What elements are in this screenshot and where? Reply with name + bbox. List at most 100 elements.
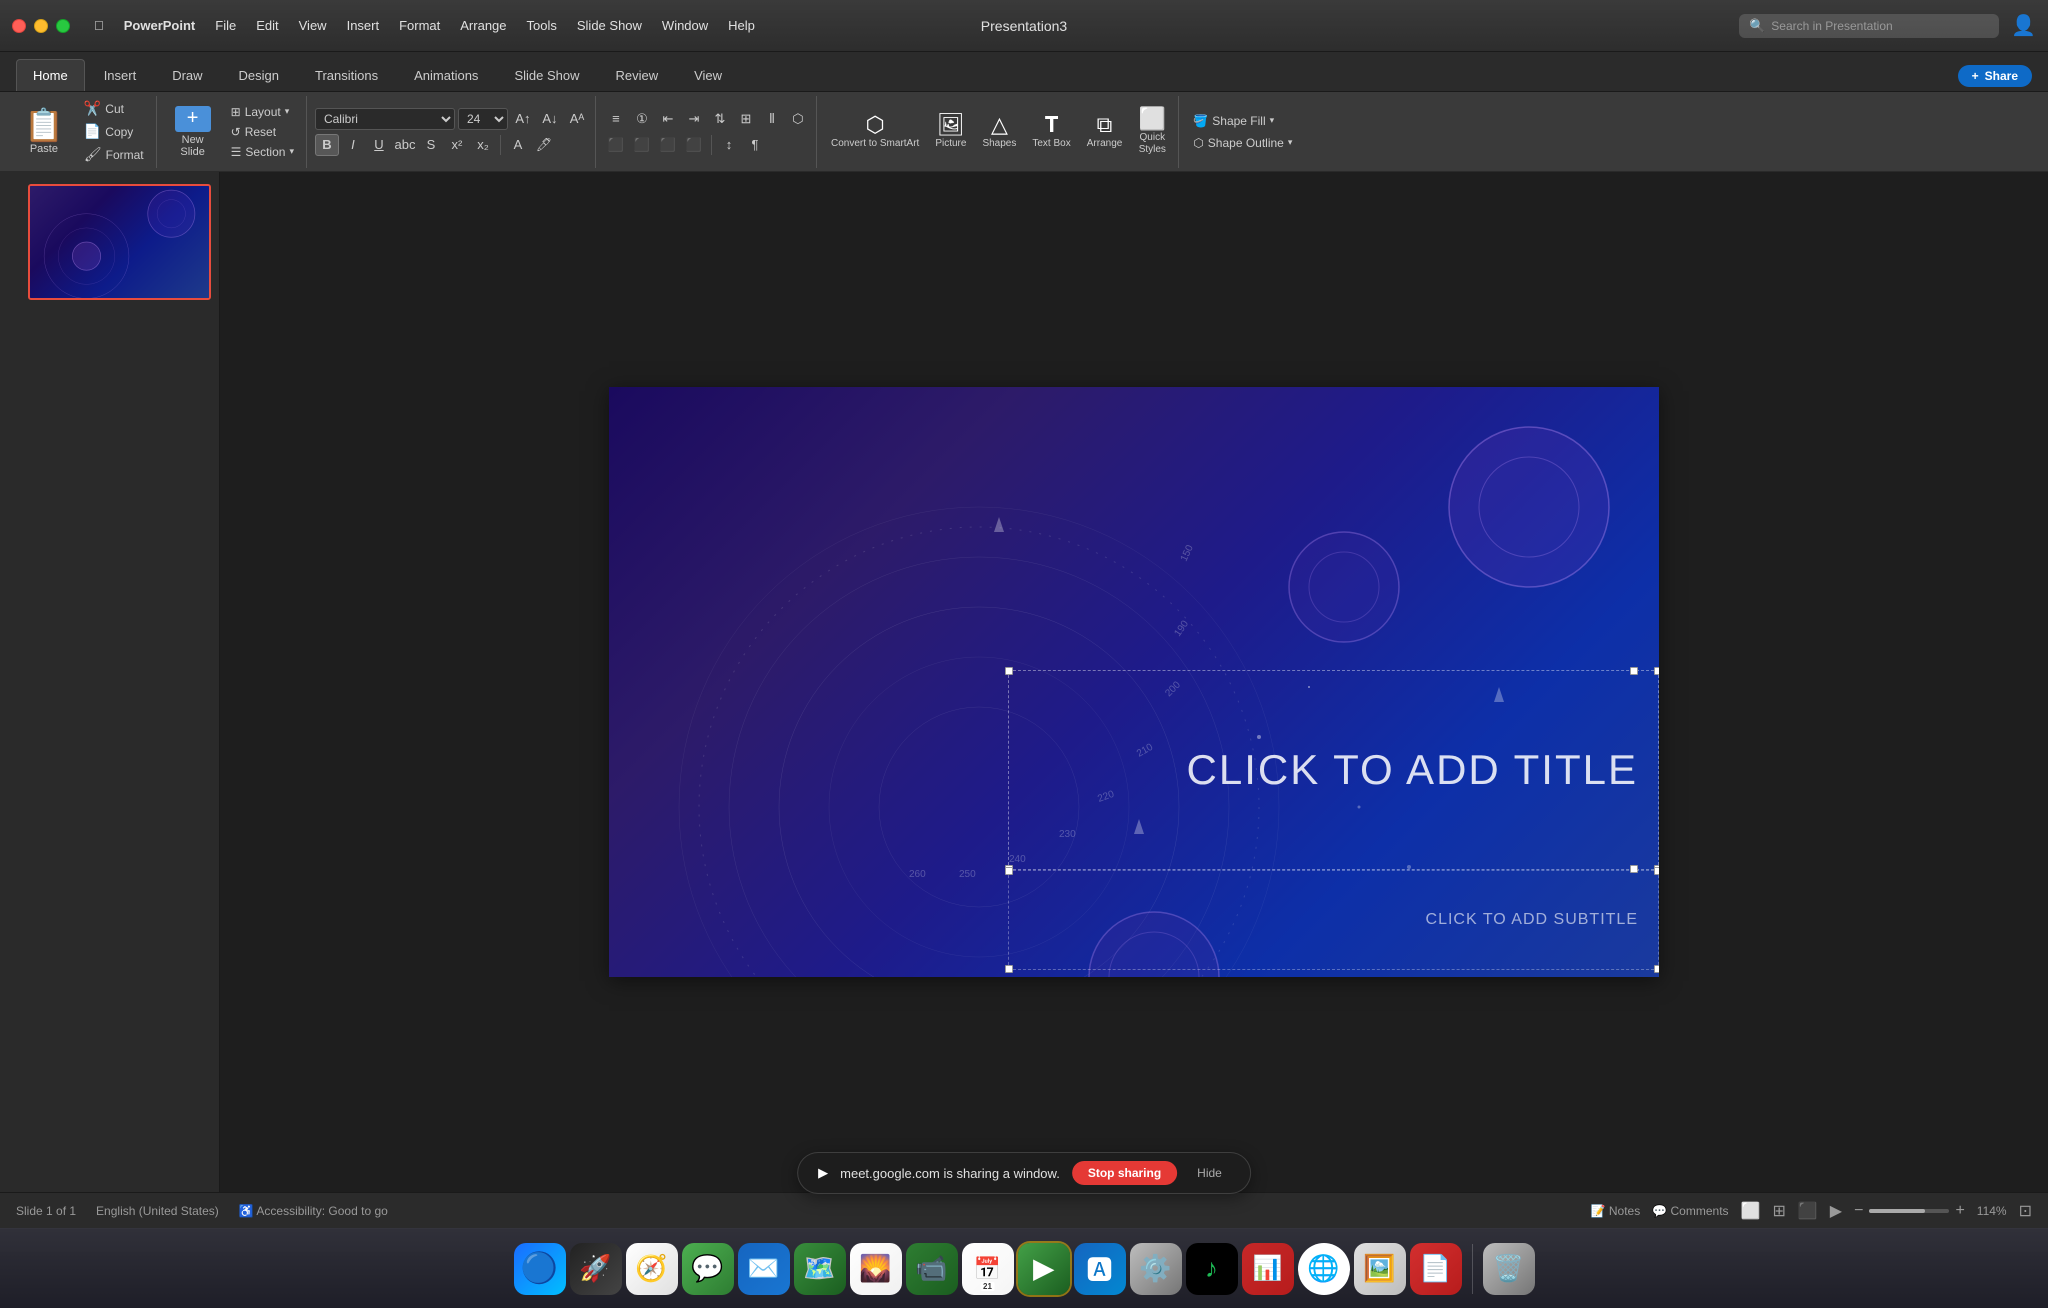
paste-button[interactable]: 📋 Paste <box>14 100 74 164</box>
decrease-font-button[interactable]: A↓ <box>538 108 562 130</box>
reset-button[interactable]: ↺ Reset <box>225 123 300 141</box>
zoom-in-button[interactable]: + <box>1955 1202 1964 1220</box>
italic-button[interactable]: I <box>341 134 365 156</box>
font-size-select[interactable]: 24 28 32 36 <box>458 108 508 130</box>
tab-slideshow[interactable]: Slide Show <box>497 59 596 91</box>
dock-spotify[interactable]: ♪ <box>1186 1243 1238 1295</box>
handle-tl[interactable] <box>1005 667 1013 675</box>
layout-button[interactable]: ⊞ Layout ▾ <box>225 103 300 121</box>
minimize-button[interactable] <box>34 19 48 33</box>
decrease-indent-button[interactable]: ⇤ <box>656 108 680 130</box>
shape-outline-button[interactable]: ⬡ Shape Outline ▾ <box>1187 134 1298 152</box>
slide-subtitle-placeholder[interactable]: CLICK TO ADD SUBTITLE <box>1426 911 1638 929</box>
menu-help[interactable]: Help <box>720 15 763 36</box>
sub-handle-tl[interactable] <box>1005 867 1013 875</box>
sub-handle-br[interactable] <box>1654 965 1659 973</box>
view-reading-icon[interactable]: ⬛ <box>1798 1201 1818 1221</box>
tab-view[interactable]: View <box>677 59 739 91</box>
section-button[interactable]: ☰ Section ▾ <box>225 143 300 161</box>
sub-handle-tr[interactable] <box>1654 867 1659 875</box>
menu-edit[interactable]: Edit <box>248 15 286 36</box>
hide-button[interactable]: Hide <box>1189 1161 1230 1185</box>
align-right-button[interactable]: ⬛ <box>656 134 680 156</box>
tab-review[interactable]: Review <box>598 59 675 91</box>
font-name-select[interactable]: Calibri Arial Times New Roman <box>315 108 455 130</box>
arrange-button[interactable]: ⧉ Arrange <box>1081 110 1129 154</box>
highlight-button[interactable]: 🖊 <box>532 134 556 156</box>
menu-arrange[interactable]: Arrange <box>452 15 514 36</box>
cut-button[interactable]: ✂️ Cut <box>78 98 150 119</box>
maximize-button[interactable] <box>56 19 70 33</box>
apple-menu[interactable]:  <box>86 15 112 36</box>
paragraph-spacing-button[interactable]: ¶ <box>743 134 767 156</box>
stop-sharing-button[interactable]: Stop sharing <box>1072 1161 1177 1185</box>
search-input[interactable] <box>1771 19 1989 33</box>
dock-launchpad[interactable]: 🚀 <box>570 1243 622 1295</box>
align-justify-button[interactable]: ⬛ <box>682 134 706 156</box>
fit-to-window-icon[interactable]: ⊡ <box>2019 1201 2032 1221</box>
menu-format[interactable]: Format <box>391 15 448 36</box>
increase-indent-button[interactable]: ⇥ <box>682 108 706 130</box>
shadow-button[interactable]: S <box>419 134 443 156</box>
convert-smartart-small[interactable]: ⬡ <box>786 108 810 130</box>
subscript-button[interactable]: x₂ <box>471 134 495 156</box>
menu-insert[interactable]: Insert <box>339 15 388 36</box>
superscript-button[interactable]: x² <box>445 134 469 156</box>
share-button[interactable]: + Share <box>1958 65 2032 87</box>
smart-align-button[interactable]: ⊞ <box>734 108 758 130</box>
tab-transitions[interactable]: Transitions <box>298 59 395 91</box>
format-button[interactable]: 🖌 Format <box>78 144 150 165</box>
tab-design[interactable]: Design <box>222 59 296 91</box>
dock-photos[interactable]: 🌄 <box>850 1243 902 1295</box>
font-color-button[interactable]: A <box>506 134 530 156</box>
tab-home[interactable]: Home <box>16 59 85 91</box>
tab-animations[interactable]: Animations <box>397 59 495 91</box>
bullets-button[interactable]: ≡ <box>604 108 628 130</box>
slide-canvas[interactable]: 150 190 200 210 220 230 240 250 260 <box>609 387 1659 977</box>
underline-button[interactable]: U <box>367 134 391 156</box>
menu-window[interactable]: Window <box>654 15 716 36</box>
bold-button[interactable]: B <box>315 134 339 156</box>
line-spacing-button[interactable]: ↕ <box>717 134 741 156</box>
user-icon[interactable]: 👤 <box>2011 13 2036 38</box>
slide-subtitle-box[interactable]: CLICK TO ADD SUBTITLE <box>1008 870 1659 970</box>
dock-google-meet[interactable]: ▶ <box>1018 1243 1070 1295</box>
view-normal-icon[interactable]: ⬜ <box>1741 1201 1761 1221</box>
dock-calendar[interactable]: 📅 21 <box>962 1243 1014 1295</box>
align-center-button[interactable]: ⬛ <box>630 134 654 156</box>
strikethrough-button[interactable]: abc <box>393 134 417 156</box>
increase-font-button[interactable]: A↑ <box>511 108 535 130</box>
search-box[interactable]: 🔍 <box>1739 14 1999 38</box>
dock-chrome[interactable]: 🌐 <box>1298 1243 1350 1295</box>
dock-acrobat[interactable]: 📄 <box>1410 1243 1462 1295</box>
menu-file[interactable]: File <box>207 15 244 36</box>
slide-title-box[interactable]: CLICK TO ADD TITLE <box>1008 670 1659 870</box>
menu-view[interactable]: View <box>291 15 335 36</box>
dock-safari[interactable]: 🧭 <box>626 1243 678 1295</box>
dock-appstore[interactable]: 🅰 <box>1074 1243 1126 1295</box>
dock-system-prefs[interactable]: ⚙️ <box>1130 1243 1182 1295</box>
convert-smartart-button[interactable]: ⬡ Convert to SmartArt <box>825 110 925 154</box>
text-box-button[interactable]: 𝐓 Text Box <box>1026 110 1076 154</box>
align-left-button[interactable]: ⬛ <box>604 134 628 156</box>
new-slide-button[interactable]: + New Slide <box>165 100 221 164</box>
dock-maps[interactable]: 🗺️ <box>794 1243 846 1295</box>
tab-draw[interactable]: Draw <box>155 59 219 91</box>
copy-button[interactable]: 📄 Copy <box>78 121 150 142</box>
notes-button[interactable]: 📝 Notes <box>1591 1204 1641 1218</box>
menu-tools[interactable]: Tools <box>519 15 565 36</box>
picture-button[interactable]: 🖼 Picture <box>929 110 972 154</box>
view-grid-icon[interactable]: ⊞ <box>1772 1201 1785 1221</box>
dock-powerpoint[interactable]: 📊 <box>1242 1243 1294 1295</box>
dock-trash[interactable]: 🗑️ <box>1483 1243 1535 1295</box>
shapes-button[interactable]: △ Shapes <box>976 110 1022 154</box>
dock-preview[interactable]: 🖼️ <box>1354 1243 1406 1295</box>
zoom-slider[interactable] <box>1869 1209 1949 1213</box>
quick-styles-button[interactable]: ⬜ QuickStyles <box>1132 104 1172 160</box>
columns-button[interactable]: ⫴ <box>760 108 784 130</box>
dock-facetime[interactable]: 📹 <box>906 1243 958 1295</box>
handle-tr[interactable] <box>1654 667 1659 675</box>
text-direction-button[interactable]: ⇅ <box>708 108 732 130</box>
tab-insert[interactable]: Insert <box>87 59 154 91</box>
view-slideshow-icon[interactable]: ▶ <box>1830 1201 1842 1221</box>
